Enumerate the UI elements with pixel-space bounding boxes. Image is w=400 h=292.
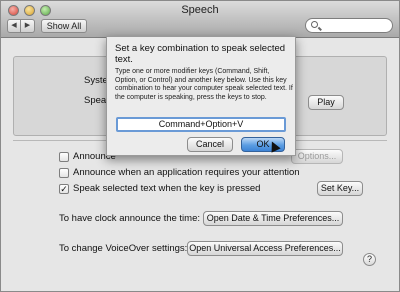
open-date-time-button[interactable]: Open Date & Time Preferences... xyxy=(203,211,343,226)
open-universal-access-button[interactable]: Open Universal Access Preferences... xyxy=(187,241,343,256)
title-bar: Speech ◀ ▶ Show All xyxy=(1,1,399,38)
help-icon[interactable]: ? xyxy=(363,253,376,266)
set-alert-options-button[interactable]: Options... xyxy=(291,149,343,164)
announce-alerts-checkbox[interactable] xyxy=(59,152,69,162)
show-all-button[interactable]: Show All xyxy=(41,19,87,33)
announce-app-attention-label: Announce when an application requires yo… xyxy=(73,167,300,178)
search-icon xyxy=(311,21,318,28)
cancel-button[interactable]: Cancel xyxy=(187,137,233,152)
set-key-button[interactable]: Set Key... xyxy=(317,181,363,196)
speak-selected-label: Speak selected text when the key is pres… xyxy=(73,183,261,194)
search-input[interactable] xyxy=(305,18,393,33)
sheet-description: Type one or more modifier keys (Command,… xyxy=(115,68,293,101)
back-arrow-icon[interactable]: ◀ xyxy=(7,19,21,33)
checkmark-icon[interactable]: ✓ xyxy=(59,184,69,194)
play-button[interactable]: Play xyxy=(308,95,344,110)
key-combination-field[interactable]: Command+Option+V xyxy=(116,117,286,132)
forward-arrow-icon[interactable]: ▶ xyxy=(21,19,35,33)
set-key-sheet: Set a key combination to speak selected … xyxy=(106,36,296,156)
speech-window: Speech ◀ ▶ Show All System Speaki Play A… xyxy=(0,0,400,292)
sheet-title: Set a key combination to speak selected … xyxy=(115,43,286,65)
window-title: Speech xyxy=(181,4,219,16)
announce-app-attention-checkbox[interactable] xyxy=(59,168,69,178)
clock-announce-label: To have clock announce the time: xyxy=(59,213,201,224)
voiceover-label: To change VoiceOver settings: xyxy=(59,243,188,254)
nav-segment: ◀ ▶ xyxy=(7,19,35,33)
